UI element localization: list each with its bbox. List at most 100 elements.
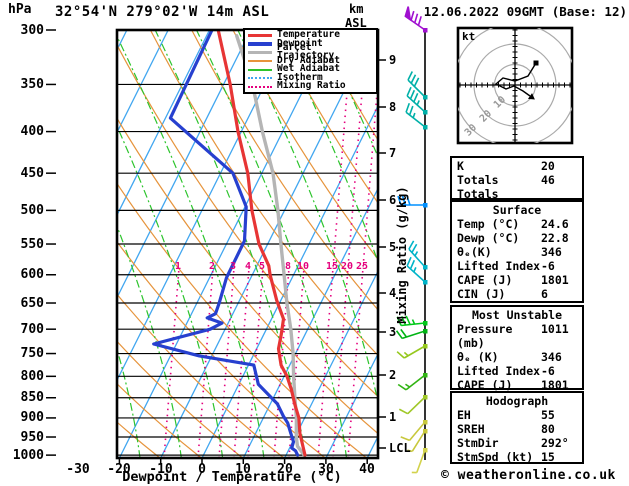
wind-barb-half — [414, 251, 419, 257]
panel-row: StmDir 292° — [452, 436, 582, 450]
wind-barb-full — [410, 74, 417, 84]
mixing-ratio-value-label: 5 — [258, 261, 266, 272]
wind-barb-base-dot — [423, 321, 428, 326]
wind-barb-half — [405, 383, 411, 388]
wind-barb-half — [411, 319, 416, 325]
wind-barb-staff — [403, 345, 426, 359]
wind-barb-base-dot — [423, 110, 428, 115]
station-title: 32°54'N 279°02'W 14m ASL — [55, 4, 270, 20]
wind-barb-base-dot — [423, 125, 428, 130]
wind-barb-full — [406, 86, 412, 97]
sounding-page: hPa 32°54'N 279°02'W 14m ASL km ASL 12.0… — [0, 0, 629, 486]
panel-row-value: 46 — [541, 173, 555, 187]
wind-barb-base-dot — [423, 280, 428, 285]
wind-barb-half — [403, 351, 409, 357]
panel-row: Temp (°C) 24.6 — [452, 217, 582, 231]
panel-row-value: 1801 — [541, 378, 569, 392]
panel-row: CAPE (J) 1801 — [452, 378, 582, 392]
panel-row-value: 20 — [541, 159, 555, 173]
km-tick-label: LCL — [389, 441, 411, 455]
wind-barb-full — [408, 240, 415, 250]
km-tick-label: 7 — [389, 146, 397, 160]
wind-barb-full — [408, 105, 414, 116]
panel-row: SREH 80 — [452, 422, 582, 436]
wind-barb-full — [400, 436, 410, 442]
wind-barb-base-dot — [423, 329, 428, 334]
pressure-tick-label: 1000 — [12, 448, 44, 463]
panel-row: CIN (J) 6 — [452, 287, 582, 301]
panel-row: Dewp (°C) 22.8 — [452, 231, 582, 245]
panel-row: Lifted Index -6 — [452, 364, 582, 378]
mixing-ratio-value-label: 1 — [174, 261, 182, 272]
wind-barb-full — [413, 77, 420, 87]
panel-title: Hodograph — [485, 394, 549, 408]
legend: Temperature Dewpoint Parcel Trajectory Dry … — [243, 28, 378, 94]
pressure-tick-label: 850 — [20, 390, 44, 405]
km-tick-label: 8 — [389, 100, 397, 114]
dry-adiabat-line — [605, 30, 629, 458]
wind-barb-base-dot — [423, 448, 428, 453]
panel-row: Pressure (mb) 1011 — [452, 322, 582, 350]
panel-row: Lifted Index -6 — [452, 259, 582, 273]
pressure-tick-label: 950 — [20, 430, 44, 445]
legend-line-sample — [248, 42, 272, 46]
panel-row-label: Dewp (°C) — [457, 231, 520, 245]
panel-row-value: 1011 — [541, 322, 569, 336]
wind-barb-half — [413, 267, 417, 273]
pressure-tick-label: 650 — [20, 296, 44, 311]
panel-title: Surface — [492, 203, 542, 217]
panel-row-label: Lifted Index — [457, 364, 541, 378]
wind-barb — [396, 344, 428, 359]
hodograph-trace-start — [533, 60, 539, 66]
panel-row-value: 346 — [541, 350, 562, 364]
mixing-ratio-value-label: 10 — [296, 261, 310, 272]
pressure-tick-label: 750 — [20, 346, 44, 361]
wind-barb-staff — [408, 421, 426, 441]
panel-row-value: 22.8 — [541, 231, 569, 245]
legend-line-sample — [248, 59, 272, 62]
panel-row: CAPE (J) 1801 — [452, 273, 582, 287]
hodograph-unit-label: kt — [462, 30, 476, 43]
wind-barb-base-dot — [423, 95, 428, 100]
km-tick-label: 3 — [389, 325, 397, 339]
temp-axis-title: Dewpoint / Temperature (°C) — [122, 469, 342, 485]
wind-barb-full — [397, 383, 407, 391]
indices-panel: Surface Temp (°C) 24.6 Dewp (°C) 22.8 θₑ(K) 34… — [450, 200, 584, 303]
pressure-tick-label: 400 — [20, 124, 44, 139]
panel-row-label: CAPE (J) — [457, 378, 513, 392]
km-axis-unit: km — [349, 2, 364, 16]
km-tick-label: 9 — [389, 53, 397, 67]
panel-row-value: 292° — [541, 436, 569, 450]
panel-row-label: Temp (°C) — [457, 217, 520, 231]
wind-barb-full — [409, 89, 416, 100]
panel-row-value: -6 — [541, 259, 555, 273]
copyright-footer: © weatheronline.co.uk — [441, 468, 616, 483]
wind-barb-staff — [416, 449, 426, 473]
panel-row-label: Totals Totals — [457, 173, 499, 201]
legend-line-sample — [248, 33, 272, 38]
panel-row-label: SREH — [457, 422, 485, 436]
mixing-ratio-axis-title: Mixing Ratio (g/kg) — [395, 186, 409, 324]
indices-panel: Most Unstable Pressure (mb) 1011 θₑ (K) 346 L… — [450, 305, 584, 406]
wind-barb-base-dot — [423, 373, 428, 378]
km-tick-label: 1 — [389, 410, 397, 424]
pressure-tick-label: 900 — [20, 410, 44, 425]
legend-item: Mixing Ratio — [248, 81, 373, 91]
panel-row-label: θₑ(K) — [457, 245, 492, 259]
pressure-tick-label: 700 — [20, 322, 44, 337]
panel-row-value: 6 — [541, 287, 548, 301]
wind-barb-full — [405, 103, 411, 113]
wind-barb-full — [395, 330, 403, 339]
wind-barb-half — [412, 112, 416, 119]
wind-barb-full — [398, 408, 409, 415]
legend-line-sample — [248, 85, 272, 88]
wind-barb-base-dot — [423, 203, 428, 208]
panel-row-label: θₑ (K) — [457, 350, 499, 364]
panel-row: θₑ (K) 346 — [452, 350, 582, 364]
pressure-tick-label: 800 — [20, 369, 44, 384]
panel-row-value: 15 — [541, 450, 555, 464]
panel-title: Most Unstable — [471, 308, 562, 322]
wind-barb — [398, 395, 428, 415]
wind-barb-full — [396, 351, 405, 359]
panel-row-value: 80 — [541, 422, 555, 436]
